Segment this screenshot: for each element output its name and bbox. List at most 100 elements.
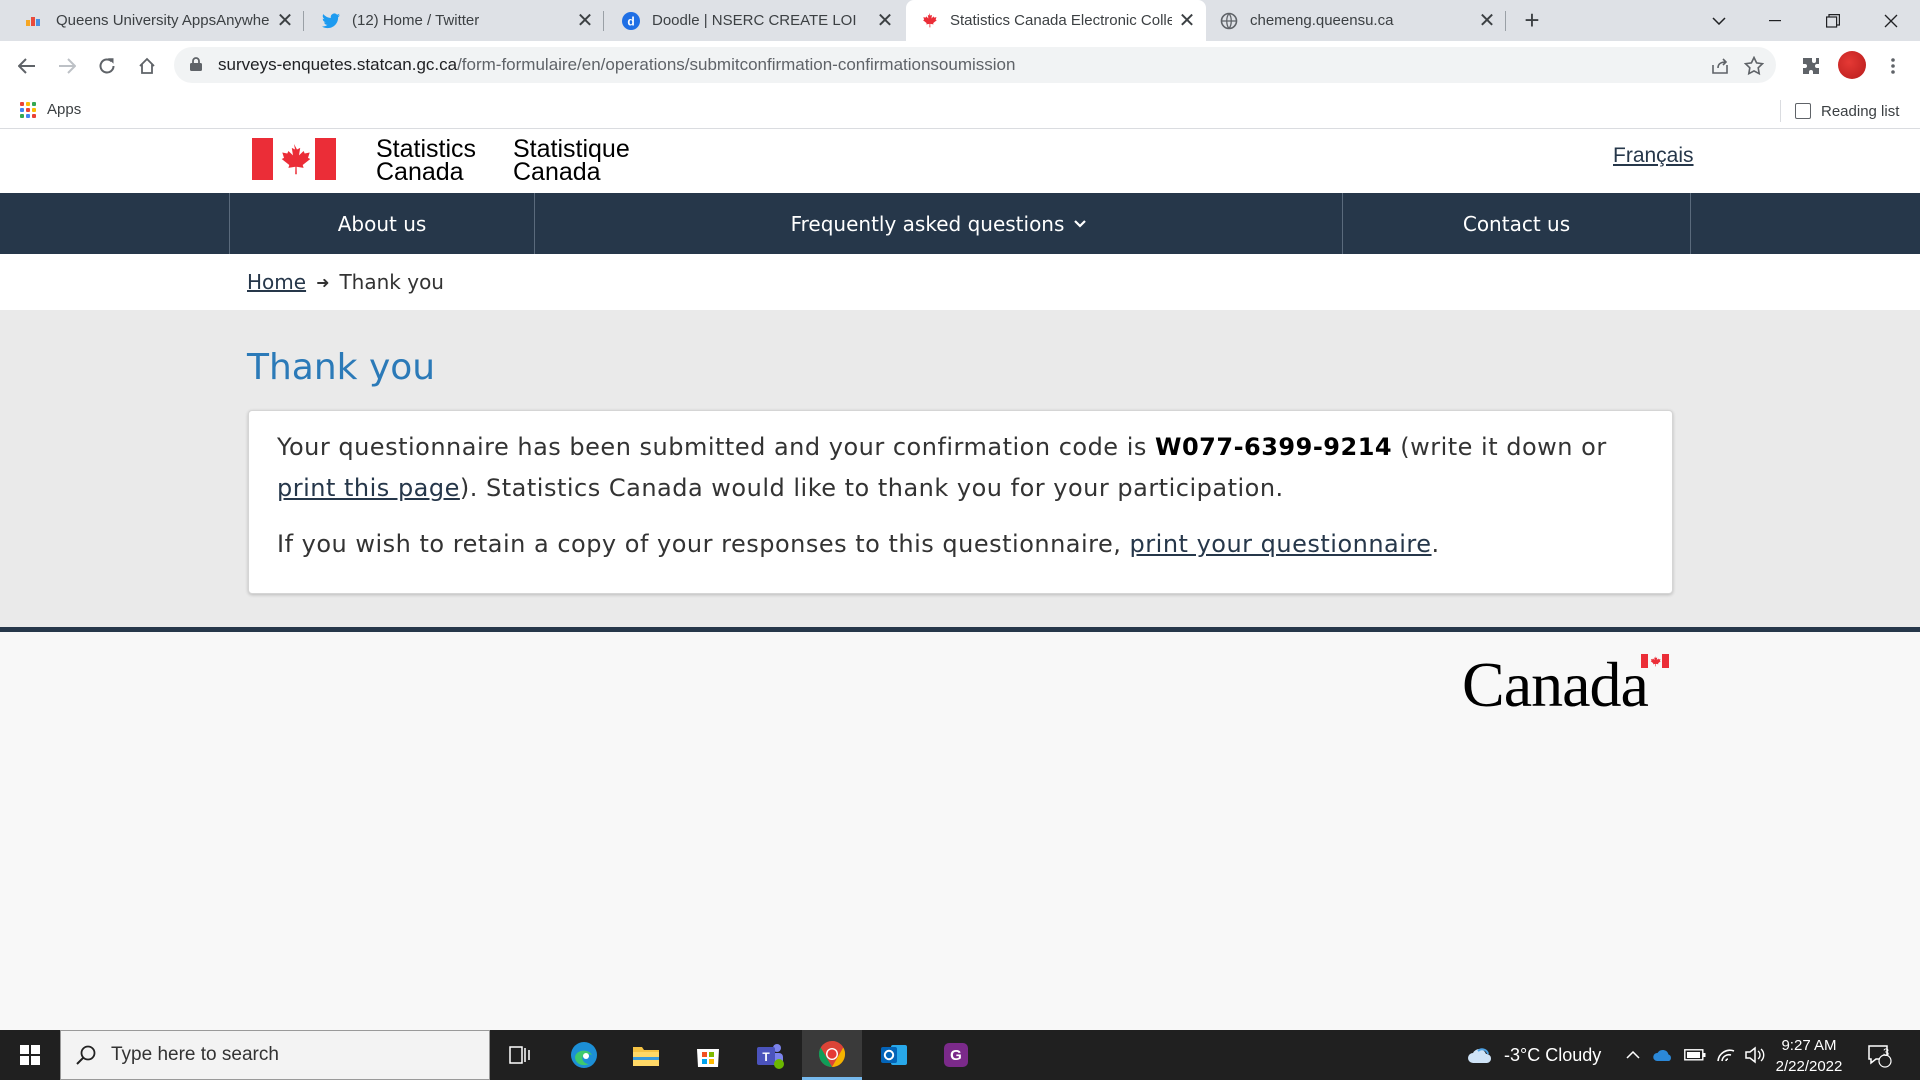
bookmark-star-icon[interactable] (1743, 55, 1765, 77)
back-icon[interactable] (12, 51, 42, 81)
bookmarks-bar: Apps Reading list (0, 91, 1920, 129)
tab-title: chemeng.queensu.ca (1250, 12, 1394, 29)
volume-icon[interactable] (1744, 1030, 1766, 1080)
reading-list-button[interactable]: Reading list (1780, 100, 1899, 122)
confirmation-code: W077-6399-9214 (1155, 433, 1393, 461)
tab-search-icon[interactable] (1696, 0, 1742, 41)
close-window-icon[interactable] (1868, 0, 1914, 41)
canada-wordmark: Canada (1462, 649, 1649, 720)
browser-tab[interactable]: chemeng.queensu.ca ✕ (1206, 0, 1506, 41)
apps-label: Apps (47, 101, 82, 118)
appsanywhere-icon (26, 12, 44, 30)
new-tab-button[interactable]: + (1518, 6, 1546, 34)
browser-tab-active[interactable]: Statistics Canada Electronic Collection … (906, 0, 1206, 41)
breadcrumb: Home ➜ Thank you (247, 270, 444, 294)
onedrive-icon[interactable] (1652, 1030, 1674, 1080)
windows-logo-icon (20, 1045, 40, 1065)
browser-tab-strip: Queens University AppsAnywhere ✕ (12) Ho… (0, 0, 1920, 41)
microsoft-store-icon[interactable] (678, 1030, 738, 1080)
nav-about-us-label: About us (337, 211, 427, 236)
teams-icon[interactable]: T (740, 1030, 800, 1080)
reload-icon[interactable] (92, 51, 122, 81)
share-icon[interactable] (1710, 55, 1732, 77)
show-hidden-icons-icon[interactable] (1626, 1030, 1640, 1080)
statistics-canada-wordmark: Statistics Canada (376, 135, 477, 186)
web-page: Statistics Canada Statistique Canada Fra… (0, 129, 1920, 1030)
file-explorer-icon[interactable] (616, 1030, 676, 1080)
statistique-canada-wordmark: Statistique Canada (513, 135, 630, 186)
restore-icon[interactable] (1810, 0, 1856, 41)
url-host: surveys-enquetes.statcan.gc.ca (218, 55, 458, 74)
tab-title: Statistics Canada Electronic Collection (950, 12, 1172, 29)
close-tab-icon[interactable]: ✕ (1172, 8, 1202, 33)
taskbar-search-placeholder: Type here to search (111, 1044, 279, 1065)
print-page-link[interactable]: print this page (277, 474, 460, 502)
cloud-icon (1468, 1048, 1492, 1063)
nav-about-us[interactable]: About us (229, 193, 534, 254)
chevron-down-icon (1074, 219, 1087, 228)
notification-count: 3 (1882, 1047, 1890, 1059)
nav-faq[interactable]: Frequently asked questions (534, 193, 1342, 254)
forward-icon[interactable] (52, 51, 82, 81)
close-tab-icon[interactable]: ✕ (870, 8, 900, 33)
extensions-icon[interactable] (1800, 55, 1822, 77)
browser-toolbar: surveys-enquetes.statcan.gc.ca/form-form… (0, 41, 1920, 91)
lock-icon (190, 57, 202, 71)
task-view-icon[interactable] (490, 1030, 550, 1080)
svg-text:G: G (950, 1047, 962, 1064)
close-tab-icon[interactable]: ✕ (1472, 8, 1502, 33)
tab-title: (12) Home / Twitter (352, 12, 480, 29)
reading-list-icon (1795, 103, 1811, 119)
nav-contact-us-label: Contact us (1462, 211, 1571, 236)
breadcrumb-current: Thank you (339, 270, 444, 294)
pdf-app-icon[interactable]: G (926, 1030, 986, 1080)
close-tab-icon[interactable]: ✕ (270, 8, 300, 33)
twitter-icon (322, 12, 340, 30)
globe-icon (1220, 12, 1238, 30)
apps-shortcut[interactable]: Apps (20, 101, 81, 118)
breadcrumb-home-link[interactable]: Home (247, 270, 306, 294)
url-text: surveys-enquetes.statcan.gc.ca/form-form… (218, 55, 1015, 75)
print-questionnaire-link[interactable]: print your questionnaire (1130, 530, 1432, 558)
breadcrumb-bar: Home ➜ Thank you (0, 254, 1920, 310)
language-toggle-link[interactable]: Français (1613, 144, 1694, 168)
canada-flag-icon (252, 138, 336, 180)
browser-tab[interactable]: Queens University AppsAnywhere ✕ (0, 0, 304, 41)
confirmation-message: Your questionnaire has been submitted an… (277, 433, 1607, 502)
url-path: /form-formulaire/en/operations/submitcon… (457, 55, 1016, 74)
weather-text: -3°C Cloudy (1504, 1044, 1602, 1065)
maple-leaf-icon (920, 12, 938, 30)
nav-contact-us[interactable]: Contact us (1342, 193, 1691, 254)
start-button[interactable] (0, 1030, 60, 1080)
address-bar[interactable]: surveys-enquetes.statcan.gc.ca/form-form… (174, 47, 1776, 83)
system-clock[interactable]: 9:27 AM 2/22/2022 (1772, 1035, 1846, 1077)
profile-avatar[interactable] (1838, 51, 1866, 79)
browser-tab[interactable]: (12) Home / Twitter ✕ (304, 0, 604, 41)
weather-widget[interactable]: -3°C Cloudy (1466, 1030, 1601, 1080)
clock-date: 2/22/2022 (1775, 1058, 1843, 1075)
windows-taskbar: Type here to search T G -3°C Cloudy 9:27… (0, 1030, 1920, 1080)
confirmation-panel: Your questionnaire has been submitted an… (248, 410, 1673, 594)
chrome-icon[interactable] (802, 1030, 862, 1080)
search-icon (76, 1045, 96, 1065)
notification-center-button[interactable]: 3 (1866, 1030, 1892, 1080)
main-content: Thank you Your questionnaire has been su… (0, 310, 1920, 627)
arrow-right-icon: ➜ (316, 272, 330, 292)
doodle-icon: d (622, 11, 640, 30)
menu-kebab-icon[interactable] (1882, 55, 1904, 77)
home-icon[interactable] (132, 51, 162, 81)
clock-time: 9:27 AM (1781, 1037, 1837, 1054)
outlook-icon[interactable] (864, 1030, 924, 1080)
main-navigation: About us Frequently asked questions Cont… (0, 193, 1920, 254)
close-tab-icon[interactable]: ✕ (570, 8, 600, 33)
battery-icon[interactable] (1684, 1030, 1706, 1080)
browser-tab[interactable]: d Doodle | NSERC CREATE LOI ✕ (604, 0, 904, 41)
svg-text:d: d (627, 14, 634, 28)
taskbar-search-box[interactable]: Type here to search (60, 1030, 490, 1080)
minimize-icon[interactable] (1752, 0, 1798, 41)
wifi-icon[interactable] (1716, 1030, 1736, 1080)
site-footer: Canada (0, 627, 1920, 729)
apps-grid-icon (20, 101, 36, 118)
edge-icon[interactable] (554, 1030, 614, 1080)
tab-title: Doodle | NSERC CREATE LOI (652, 12, 857, 29)
